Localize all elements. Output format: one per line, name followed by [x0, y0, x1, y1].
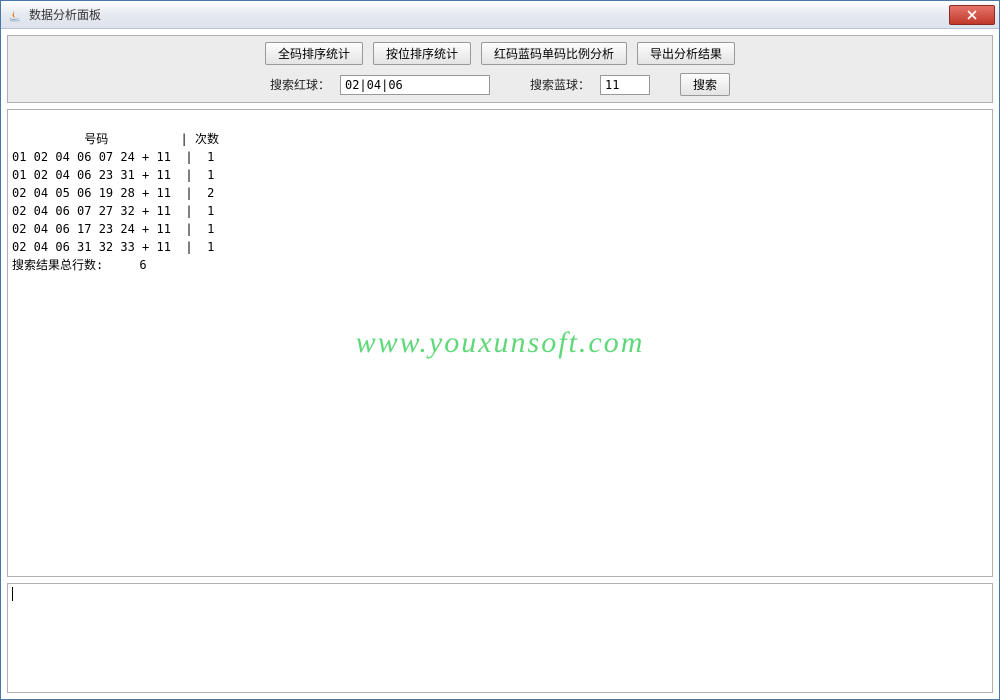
ratio-button[interactable]: 红码蓝码单码比例分析 [481, 42, 627, 65]
search-row: 搜索红球： 搜索蓝球： 搜索 [270, 73, 730, 96]
results-row: 02 04 05 06 19 28 + 11 | 2 [12, 186, 214, 200]
export-button[interactable]: 导出分析结果 [637, 42, 735, 65]
pos-sort-button[interactable]: 按位排序统计 [373, 42, 471, 65]
results-row: 02 04 06 17 23 24 + 11 | 1 [12, 222, 214, 236]
client-area: 全码排序统计 按位排序统计 红码蓝码单码比例分析 导出分析结果 搜索红球： 搜索… [1, 29, 999, 699]
java-icon [7, 7, 23, 23]
results-total: 搜索结果总行数: 6 [12, 258, 147, 272]
results-area[interactable]: 号码 | 次数 01 02 04 06 07 24 + 11 | 1 01 02… [7, 109, 993, 577]
app-window: 数据分析面板 全码排序统计 按位排序统计 红码蓝码单码比例分析 导出分析结果 搜… [0, 0, 1000, 700]
blue-label: 搜索蓝球： [530, 76, 590, 93]
results-row: 02 04 06 31 32 33 + 11 | 1 [12, 240, 214, 254]
blue-input[interactable] [600, 75, 650, 95]
watermark: www.youxunsoft.com [356, 334, 645, 352]
close-button[interactable] [949, 5, 995, 25]
search-button[interactable]: 搜索 [680, 73, 730, 96]
bottom-textarea[interactable] [7, 583, 993, 693]
text-cursor [12, 587, 13, 601]
window-title: 数据分析面板 [29, 6, 949, 23]
toolbar-panel: 全码排序统计 按位排序统计 红码蓝码单码比例分析 导出分析结果 搜索红球： 搜索… [7, 35, 993, 103]
red-input[interactable] [340, 75, 490, 95]
results-row: 01 02 04 06 07 24 + 11 | 1 [12, 150, 214, 164]
button-row: 全码排序统计 按位排序统计 红码蓝码单码比例分析 导出分析结果 [265, 42, 735, 65]
full-sort-button[interactable]: 全码排序统计 [265, 42, 363, 65]
results-row: 02 04 06 07 27 32 + 11 | 1 [12, 204, 214, 218]
close-icon [967, 10, 977, 20]
titlebar[interactable]: 数据分析面板 [1, 1, 999, 29]
red-label: 搜索红球： [270, 76, 330, 93]
results-header: 号码 | 次数 [12, 132, 219, 146]
results-row: 01 02 04 06 23 31 + 11 | 1 [12, 168, 214, 182]
